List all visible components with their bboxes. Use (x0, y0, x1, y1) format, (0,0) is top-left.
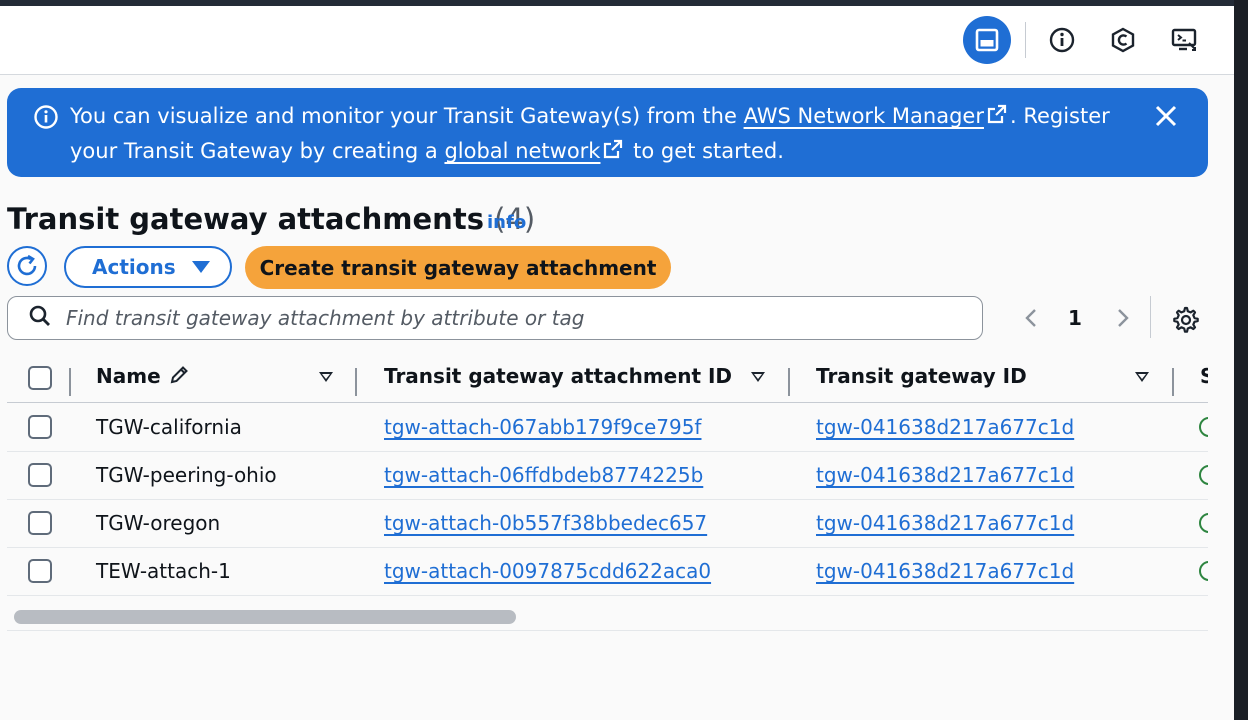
actions-dropdown[interactable]: Actions (64, 246, 232, 288)
horizontal-scrollbar[interactable] (7, 604, 1208, 631)
column-header-state[interactable]: S (1200, 364, 1208, 388)
row-attachment-id-link[interactable]: tgw-attach-0b557f38bbedec657 (384, 511, 707, 535)
chevron-right-icon (1118, 309, 1129, 327)
table-row: TEW-attach-1 tgw-attach-0097875cdd622aca… (7, 547, 1208, 596)
row-checkbox[interactable] (28, 511, 52, 535)
caret-down-icon (191, 261, 210, 273)
column-header-tgw-id[interactable]: Transit gateway ID (816, 364, 1027, 388)
row-tgw-id-link[interactable]: tgw-041638d217a677c1d (816, 511, 1074, 535)
status-available-icon (1199, 465, 1208, 485)
row-name: TGW-peering-ohio (96, 463, 277, 487)
column-divider (1172, 368, 1174, 396)
global-network-link[interactable]: global network (444, 139, 600, 163)
row-checkbox[interactable] (28, 559, 52, 583)
create-attachment-button[interactable]: Create transit gateway attachment (245, 246, 671, 289)
info-banner: You can visualize and monitor your Trans… (7, 88, 1208, 177)
table-header: Name Transit gateway attachment ID Trans… (7, 354, 1208, 403)
top-header (0, 6, 1234, 75)
actions-label: Actions (92, 255, 176, 279)
column-header-attachment-id[interactable]: Transit gateway attachment ID (384, 364, 732, 388)
aws-network-manager-link[interactable]: AWS Network Manager (744, 104, 984, 128)
page-title: Transit gateway attachments (4) info (7, 202, 535, 236)
column-name-label: Name (96, 364, 161, 388)
banner-text-3: to get started. (633, 139, 784, 163)
row-checkbox[interactable] (28, 415, 52, 439)
select-all-checkbox[interactable] (28, 366, 52, 390)
header-divider (1025, 22, 1026, 58)
column-header-name[interactable]: Name (96, 364, 190, 388)
sort-name-icon[interactable] (319, 372, 333, 382)
current-page[interactable]: 1 (1068, 306, 1082, 330)
row-tgw-id-link[interactable]: tgw-041638d217a677c1d (816, 463, 1074, 487)
row-checkbox[interactable] (28, 463, 52, 487)
pagination-divider (1150, 296, 1151, 338)
external-link-icon (602, 137, 624, 170)
column-divider (355, 368, 357, 396)
panel-layout-icon[interactable] (963, 16, 1011, 64)
status-available-icon (1199, 561, 1208, 581)
close-icon[interactable] (1153, 103, 1179, 129)
row-tgw-id-link[interactable]: tgw-041638d217a677c1d (816, 559, 1074, 583)
app-content: You can visualize and monitor your Trans… (0, 6, 1234, 720)
table-row: TGW-oregon tgw-attach-0b557f38bbedec657 … (7, 499, 1208, 548)
banner-text-1: You can visualize and monitor your Trans… (70, 104, 737, 128)
row-attachment-id-link[interactable]: tgw-attach-0097875cdd622aca0 (384, 559, 711, 583)
section-title: Transit gateway attachments (7, 202, 484, 236)
attachments-table: Name Transit gateway attachment ID Trans… (7, 354, 1208, 600)
info-icon[interactable] (1042, 20, 1082, 60)
row-attachment-id-link[interactable]: tgw-attach-06ffdbdeb8774225b (384, 463, 703, 487)
external-link-icon (986, 102, 1008, 135)
scrollbar-thumb[interactable] (14, 610, 516, 624)
refresh-icon (17, 254, 37, 276)
banner-message: You can visualize and monitor your Trans… (70, 100, 1130, 170)
status-available-icon (1199, 513, 1208, 533)
edit-pencil-icon (170, 366, 188, 384)
row-attachment-id-link[interactable]: tgw-attach-067abb179f9ce795f (384, 415, 701, 439)
row-name: TGW-california (96, 415, 242, 439)
chevron-left-icon (1025, 309, 1036, 327)
search-input[interactable] (64, 305, 948, 331)
row-name: TGW-oregon (96, 511, 221, 535)
table-row: TGW-california tgw-attach-067abb179f9ce7… (7, 403, 1208, 452)
banner-info-icon (33, 104, 59, 134)
table-row: TGW-peering-ohio tgw-attach-06ffdbdeb877… (7, 451, 1208, 500)
refresh-button[interactable] (7, 246, 47, 286)
column-divider (788, 368, 790, 396)
sort-tgw-id-icon[interactable] (1135, 372, 1149, 382)
status-available-icon (1199, 417, 1208, 437)
remote-console-icon[interactable] (1164, 20, 1204, 60)
column-divider (69, 368, 71, 396)
row-name: TEW-attach-1 (96, 559, 231, 583)
search-box (7, 296, 983, 340)
next-page-button[interactable] (1110, 306, 1134, 334)
row-tgw-id-link[interactable]: tgw-041638d217a677c1d (816, 415, 1074, 439)
search-icon (28, 304, 52, 332)
sort-attachment-id-icon[interactable] (751, 372, 765, 382)
hexagon-c-icon[interactable] (1103, 20, 1143, 60)
info-link[interactable]: info (487, 212, 526, 233)
previous-page-button[interactable] (1020, 306, 1044, 334)
gear-icon (1173, 306, 1199, 333)
table-settings-button[interactable] (1170, 304, 1200, 338)
